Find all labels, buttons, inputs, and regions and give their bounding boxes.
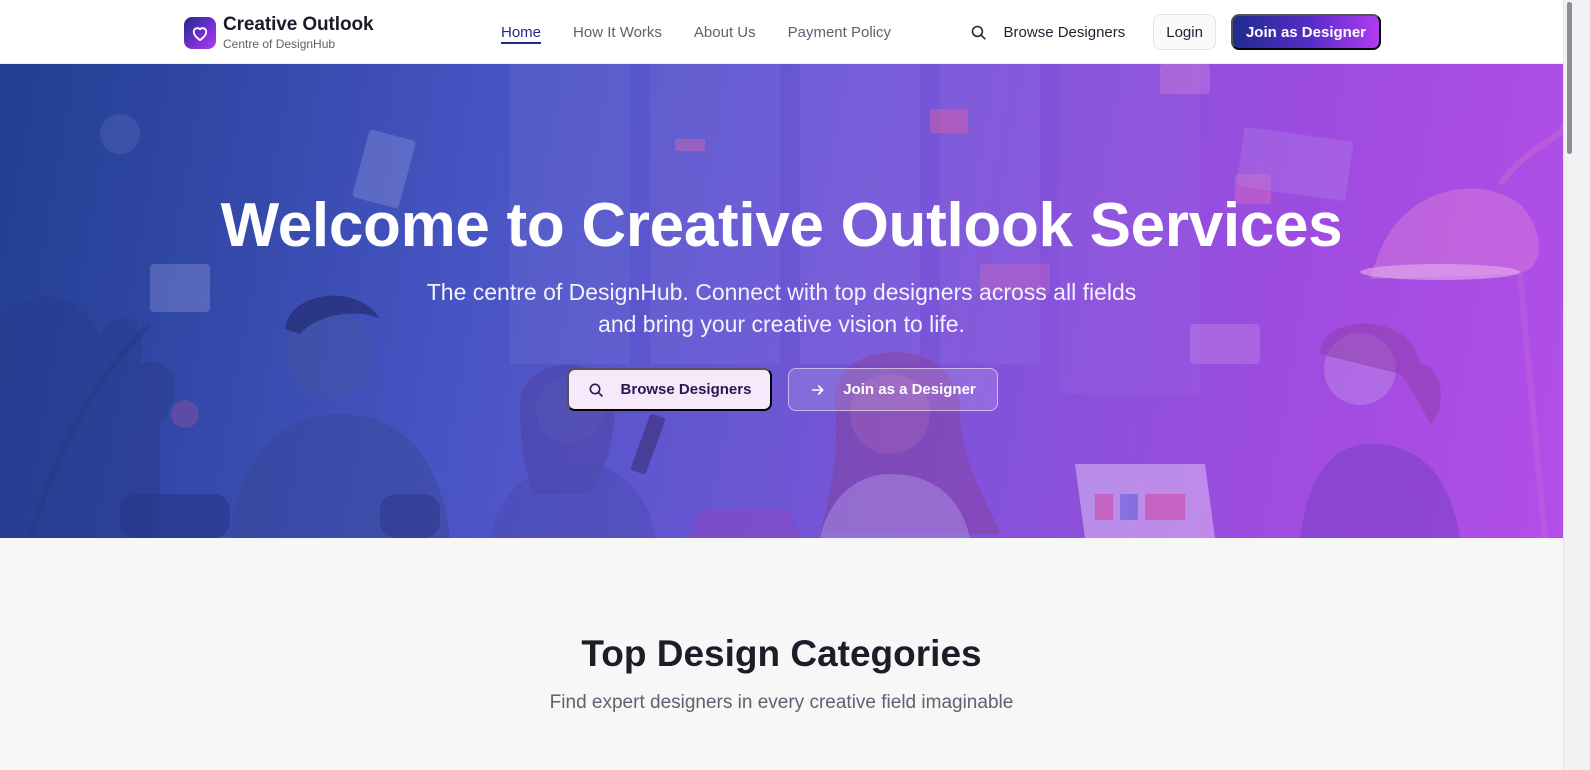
- hero-section: Welcome to Creative Outlook Services The…: [0, 64, 1563, 538]
- browse-designers-link[interactable]: Browse Designers: [1004, 24, 1126, 41]
- header-actions: Browse Designers Login Join as Designer: [970, 14, 1381, 50]
- heart-icon: [184, 16, 216, 49]
- nav-payment-policy[interactable]: Payment Policy: [788, 0, 891, 64]
- nav-about-us[interactable]: About Us: [694, 0, 756, 64]
- scrollbar-thumb[interactable]: [1567, 2, 1572, 154]
- hero-join-designer-label: Join as a Designer: [843, 381, 976, 398]
- main-nav: Home How It Works About Us Payment Polic…: [501, 0, 923, 64]
- hero-browse-designers-button[interactable]: Browse Designers: [567, 368, 772, 411]
- hero-title: Welcome to Creative Outlook Services: [220, 191, 1343, 260]
- categories-subtitle: Find expert designers in every creative …: [549, 692, 1014, 713]
- join-as-designer-button[interactable]: Join as Designer: [1230, 14, 1381, 50]
- arrow-right-icon: [810, 382, 826, 398]
- logo[interactable]: Creative Outlook Centre of DesignHub: [184, 14, 374, 51]
- nav-home[interactable]: Home: [501, 0, 542, 64]
- hero-join-designer-button[interactable]: Join as a Designer: [788, 368, 998, 411]
- page-scrollbar[interactable]: [1563, 0, 1590, 770]
- search-icon: [588, 382, 604, 398]
- site-header: Creative Outlook Centre of DesignHub Hom…: [0, 0, 1563, 64]
- nav-how-it-works[interactable]: How It Works: [573, 0, 662, 64]
- login-button[interactable]: Login: [1153, 14, 1216, 50]
- hero-subtitle: The centre of DesignHub. Connect with to…: [426, 279, 1137, 337]
- categories-title: Top Design Categories: [581, 633, 982, 674]
- logo-title: Creative Outlook: [223, 14, 374, 35]
- logo-subtitle: Centre of DesignHub: [223, 37, 336, 51]
- hero-browse-designers-label: Browse Designers: [620, 381, 752, 398]
- search-icon[interactable]: [970, 23, 988, 41]
